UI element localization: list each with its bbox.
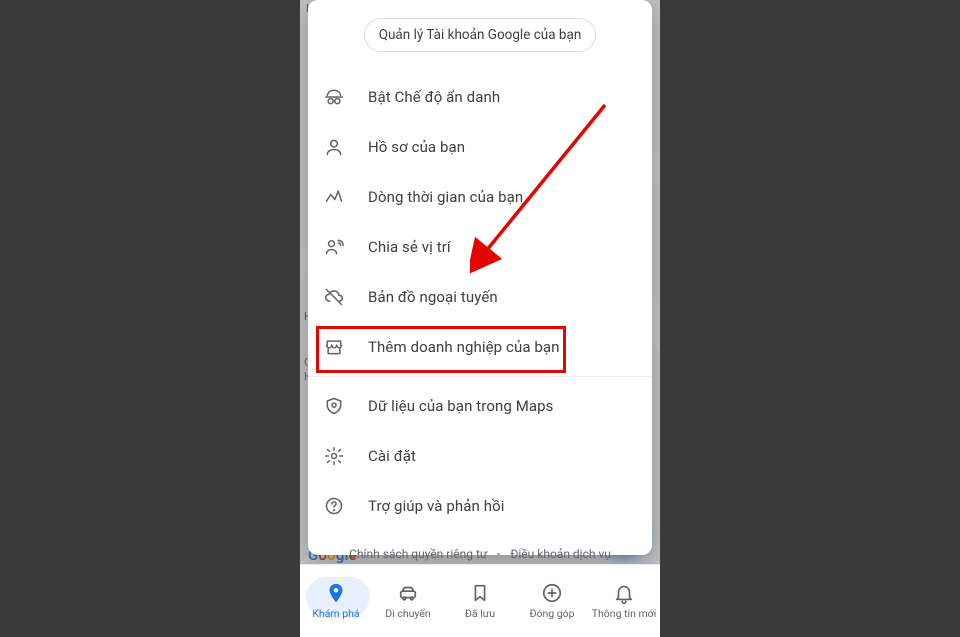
menu-item-label: Dòng thời gian của bạn: [368, 188, 523, 206]
menu-item-label: Chia sẻ vị trí: [368, 238, 451, 256]
manage-account-row: Quản lý Tài khoản Google của bạn: [308, 0, 652, 68]
nav-label: Khám phá: [312, 607, 359, 620]
bell-icon: [613, 582, 635, 604]
nav-go[interactable]: Di chuyển: [373, 582, 443, 620]
bottom-nav: Khám phá Di chuyển Đã lưu Đóng góp Thông…: [300, 564, 660, 637]
offline-icon: [322, 285, 346, 309]
menu-item-timeline[interactable]: Dòng thời gian của bạn: [308, 172, 652, 222]
terms-link[interactable]: Điều khoản dịch vụ: [510, 547, 611, 561]
dot-separator: [497, 553, 500, 556]
car-icon: [397, 582, 419, 604]
pin-icon: [325, 582, 347, 604]
manage-account-button[interactable]: Quản lý Tài khoản Google của bạn: [364, 18, 597, 52]
menu-item-label: Trợ giúp và phản hồi: [368, 497, 504, 515]
shield-icon: [322, 394, 346, 418]
nav-label: Đã lưu: [465, 607, 495, 620]
menu-item-label: Bật Chế độ ẩn danh: [368, 88, 500, 106]
menu-list: Bật Chế độ ẩn danh Hồ sơ của bạn Dòng th…: [308, 68, 652, 531]
menu-item-location-sharing[interactable]: Chia sẻ vị trí: [308, 222, 652, 272]
gear-icon: [322, 444, 346, 468]
menu-item-your-data[interactable]: Dữ liệu của bạn trong Maps: [308, 381, 652, 431]
divider: [308, 376, 652, 377]
nav-label: Thông tin mới: [592, 607, 657, 620]
menu-item-label: Dữ liệu của bạn trong Maps: [368, 397, 554, 415]
menu-item-label: Thêm doanh nghiệp của bạn: [368, 338, 560, 356]
plus-circle-icon: [541, 582, 563, 604]
menu-item-offline-maps[interactable]: Bản đồ ngoại tuyến: [308, 272, 652, 322]
menu-item-incognito[interactable]: Bật Chế độ ẩn danh: [308, 72, 652, 122]
nav-label: Di chuyển: [385, 607, 430, 620]
menu-item-label: Bản đồ ngoại tuyến: [368, 288, 498, 306]
account-menu-card: Quản lý Tài khoản Google của bạn Bật Chế…: [308, 0, 652, 555]
menu-item-label: Cài đặt: [368, 447, 416, 465]
person-icon: [322, 135, 346, 159]
bookmark-icon: [469, 582, 491, 604]
stage: Hư Hư Gr Ho ba Khu Bắc Ninh Nguyễn Văn C…: [0, 0, 960, 637]
storefront-icon: [322, 335, 346, 359]
menu-item-label: Hồ sơ của bạn: [368, 138, 465, 156]
manage-account-label: Quản lý Tài khoản Google của bạn: [379, 27, 582, 43]
location-share-icon: [322, 235, 346, 259]
nav-label: Đóng góp: [529, 607, 574, 620]
nav-contribute[interactable]: Đóng góp: [517, 582, 587, 620]
help-icon: [322, 494, 346, 518]
nav-explore[interactable]: Khám phá: [301, 582, 371, 620]
nav-saved[interactable]: Đã lưu: [445, 582, 515, 620]
nav-updates[interactable]: Thông tin mới: [589, 582, 659, 620]
menu-item-add-business[interactable]: Thêm doanh nghiệp của bạn: [308, 322, 652, 372]
privacy-link[interactable]: Chính sách quyền riêng tư: [349, 547, 487, 561]
incognito-icon: [322, 85, 346, 109]
timeline-icon: [322, 185, 346, 209]
phone-frame: Hư Hư Gr Ho ba Khu Bắc Ninh Nguyễn Văn C…: [300, 0, 660, 637]
menu-item-settings[interactable]: Cài đặt: [308, 431, 652, 481]
menu-item-profile[interactable]: Hồ sơ của bạn: [308, 122, 652, 172]
menu-item-help[interactable]: Trợ giúp và phản hồi: [308, 481, 652, 531]
